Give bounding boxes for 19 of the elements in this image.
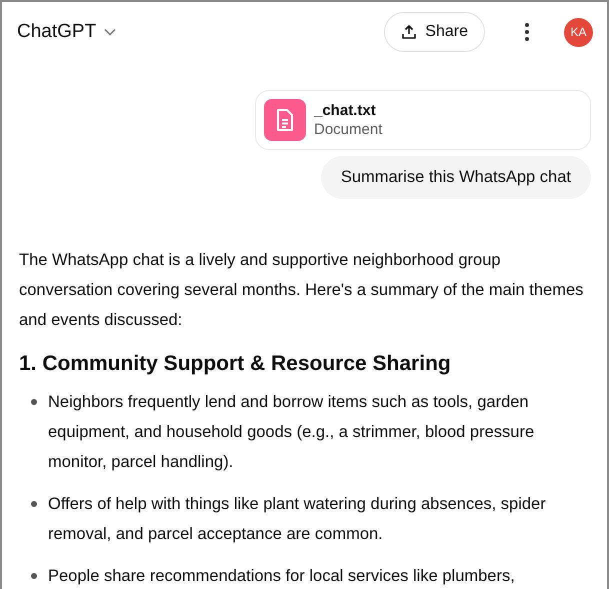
chevron-down-icon	[104, 28, 116, 36]
bullet-icon	[31, 573, 37, 579]
share-icon	[401, 24, 418, 40]
model-selector[interactable]: ChatGPT	[17, 21, 116, 43]
bullet-text: Offers of help with things like plant watering during absences, spider removal, and parcel acceptance are common.	[48, 494, 547, 545]
file-type: Document	[314, 121, 382, 138]
attachment-card[interactable]: _chat.txt Document	[255, 90, 591, 150]
document-icon	[264, 99, 306, 141]
bullet-text: Neighbors frequently lend and borrow items such as tools, garden equipment, and household goods (e.g., a strimmer, blood pressure monitor, parcel handling).	[48, 392, 536, 473]
section-heading: 1. Community Support & Resource Sharing	[19, 351, 452, 377]
bullet-text: People share recommendations for local services like plumbers,	[48, 566, 516, 587]
user-avatar[interactable]: KA	[564, 18, 593, 46]
share-button[interactable]: Share	[384, 12, 485, 52]
bullet-icon	[31, 399, 37, 405]
file-name: _chat.txt	[314, 102, 377, 119]
user-message: Summarise this WhatsApp chat	[320, 156, 591, 199]
bullet-icon	[31, 501, 37, 507]
response-paragraph: The WhatsApp chat is a lively and supportive neighborhood group conversation covering several months. Here's a summary of the main themes and events discussed:	[19, 250, 584, 331]
more-options-icon[interactable]	[524, 22, 530, 42]
